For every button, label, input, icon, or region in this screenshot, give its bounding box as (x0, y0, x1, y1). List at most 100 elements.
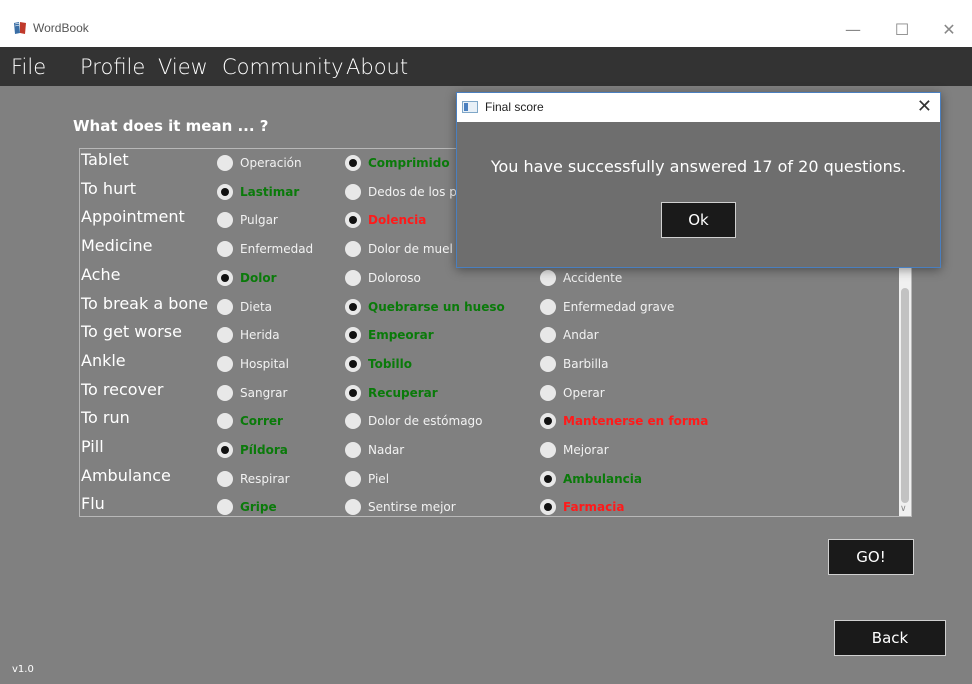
radio-button[interactable] (345, 269, 361, 286)
answer-label: Operación (240, 156, 302, 170)
menu-community[interactable]: Community (222, 55, 344, 79)
answer-option[interactable]: Respirar (217, 470, 290, 487)
answer-label: Enfermedad (240, 242, 314, 257)
final-score-dialog: Final score ✕ You have successfully answ… (456, 92, 941, 268)
answer-option[interactable]: Enfermedad grave (540, 298, 674, 315)
radio-button[interactable] (217, 499, 233, 516)
quiz-row: To break a bone Dieta Quebrarse un hueso En… (80, 293, 911, 321)
menu-about[interactable]: About (346, 55, 408, 79)
version-label: v1.0 (12, 664, 34, 675)
radio-button[interactable] (540, 298, 556, 315)
answer-option[interactable]: Enfermedad (217, 241, 314, 258)
answer-label: Sangrar (240, 385, 288, 400)
radio-button[interactable] (217, 442, 233, 458)
answer-option[interactable]: Ambulancia (540, 470, 642, 487)
radio-button[interactable] (345, 298, 361, 315)
answer-option[interactable]: Dieta (217, 298, 273, 315)
radio-button[interactable] (217, 470, 233, 487)
menu-file[interactable]: File (11, 55, 46, 79)
radio-button[interactable] (540, 384, 556, 401)
answer-option[interactable]: Farmacia (540, 499, 624, 516)
radio-button[interactable] (217, 327, 233, 344)
answer-option[interactable]: Quebrarse un hueso (345, 298, 505, 315)
answer-option[interactable]: Doloroso (345, 269, 421, 286)
answer-option[interactable]: Comprimido (345, 155, 450, 171)
answer-option[interactable]: Mejorar (540, 442, 609, 458)
answer-option[interactable]: Dolor de estómago (345, 413, 483, 430)
radio-button[interactable] (345, 241, 361, 258)
answer-option[interactable]: Pulgar (217, 212, 278, 229)
radio-button[interactable] (217, 413, 233, 430)
radio-button[interactable] (345, 470, 361, 487)
answer-option[interactable]: Hospital (217, 355, 289, 372)
back-button[interactable]: Back (834, 620, 946, 656)
answer-label: Dolor (240, 270, 277, 285)
radio-button[interactable] (345, 355, 361, 372)
answer-option[interactable]: Operar (540, 384, 605, 401)
answer-option[interactable]: Empeorar (345, 327, 434, 344)
radio-button[interactable] (345, 499, 361, 516)
quiz-word: Appointment (81, 207, 185, 227)
radio-button[interactable] (345, 327, 361, 344)
radio-button[interactable] (217, 183, 233, 200)
radio-button[interactable] (345, 384, 361, 401)
answer-option[interactable]: Tobillo (345, 355, 412, 372)
radio-button[interactable] (217, 212, 233, 229)
answer-option[interactable]: Dolor (217, 269, 277, 286)
answer-option[interactable]: Sentirse mejor (345, 499, 456, 516)
answer-option[interactable]: Lastimar (217, 183, 299, 200)
close-window-button[interactable]: ✕ (926, 12, 972, 46)
answer-option[interactable]: Sangrar (217, 384, 288, 401)
dialog-close-button[interactable]: ✕ (917, 96, 932, 117)
answer-label: Dedos de los p (368, 184, 457, 199)
radio-button[interactable] (540, 355, 556, 372)
scrollbar-thumb[interactable] (901, 288, 909, 503)
menu-profile[interactable]: Profile (80, 55, 145, 79)
quiz-word: Ankle (81, 350, 126, 370)
radio-button[interactable] (345, 413, 361, 430)
radio-button[interactable] (540, 499, 556, 516)
answer-label: Dolencia (368, 213, 427, 228)
answer-option[interactable]: Píldora (217, 442, 288, 458)
radio-button[interactable] (345, 183, 361, 200)
vertical-scrollbar[interactable]: ∨ (899, 266, 911, 516)
scroll-down-arrow-icon[interactable]: ∨ (900, 504, 907, 514)
radio-button[interactable] (217, 384, 233, 401)
answer-option[interactable]: Correr (217, 413, 283, 430)
answer-label: Dieta (240, 299, 273, 314)
radio-button[interactable] (540, 327, 556, 344)
quiz-word: Pill (81, 437, 104, 456)
answer-option[interactable]: Dedos de los p (345, 183, 457, 200)
ok-button[interactable]: Ok (661, 202, 736, 238)
answer-option[interactable]: Recuperar (345, 384, 438, 401)
answer-option[interactable]: Barbilla (540, 355, 609, 372)
answer-option[interactable]: Accidente (540, 269, 622, 286)
answer-label: Comprimido (368, 156, 450, 170)
answer-option[interactable]: Piel (345, 470, 389, 487)
answer-option[interactable]: Dolencia (345, 212, 427, 229)
radio-button[interactable] (217, 269, 233, 286)
maximize-button[interactable]: ☐ (879, 12, 925, 46)
go-button[interactable]: GO! (828, 539, 914, 575)
radio-button[interactable] (345, 155, 361, 171)
radio-button[interactable] (217, 155, 233, 171)
answer-option[interactable]: Andar (540, 327, 599, 344)
minimize-button[interactable]: — (830, 12, 876, 46)
radio-button[interactable] (345, 442, 361, 458)
quiz-word: To recover (81, 379, 164, 399)
radio-button[interactable] (540, 470, 556, 487)
answer-option[interactable]: Gripe (217, 499, 277, 516)
answer-option[interactable]: Nadar (345, 442, 404, 458)
answer-option[interactable]: Mantenerse en forma (540, 413, 708, 430)
radio-button[interactable] (540, 269, 556, 286)
answer-option[interactable]: Herida (217, 327, 280, 344)
radio-button[interactable] (540, 442, 556, 458)
radio-button[interactable] (540, 413, 556, 430)
radio-button[interactable] (217, 241, 233, 258)
answer-option[interactable]: Operación (217, 155, 302, 171)
radio-button[interactable] (217, 298, 233, 315)
radio-button[interactable] (345, 212, 361, 229)
radio-button[interactable] (217, 355, 233, 372)
answer-option[interactable]: Dolor de muel (345, 241, 453, 258)
menu-view[interactable]: View (158, 55, 208, 79)
